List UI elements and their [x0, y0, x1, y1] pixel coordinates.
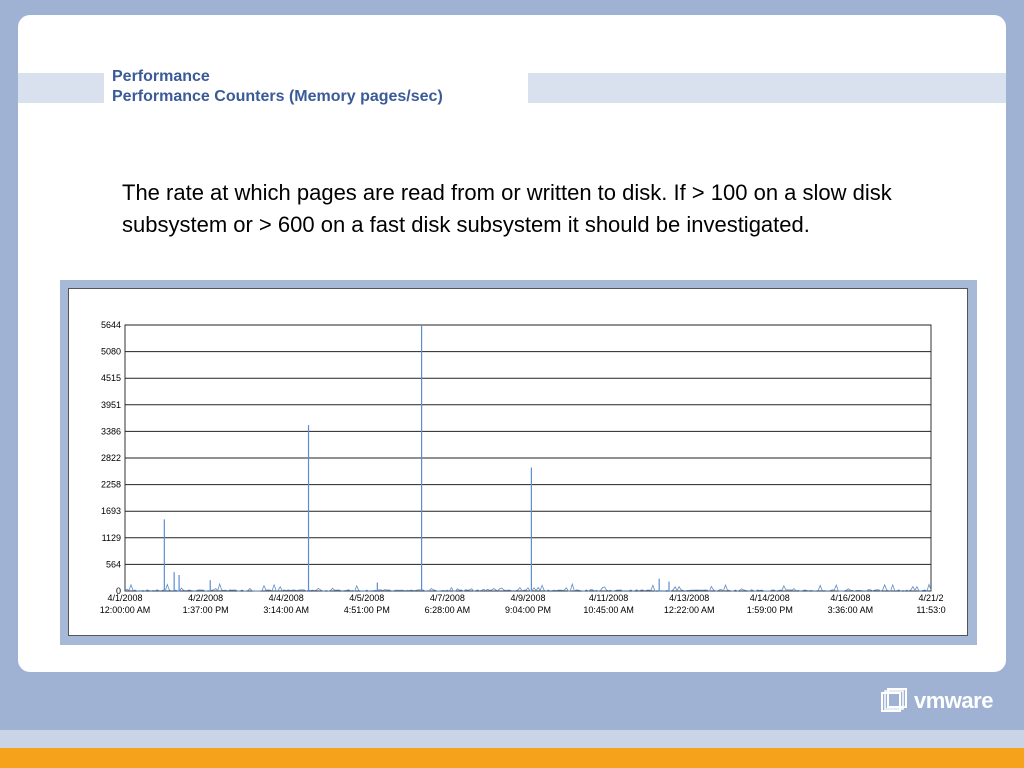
x-tick-date-label: 4/1/2008 — [107, 593, 142, 603]
x-tick-time-label: 1:59:00 PM — [747, 605, 793, 615]
x-tick-date-label: 4/5/2008 — [349, 593, 384, 603]
title-line-2: Performance Counters (Memory pages/sec) — [112, 88, 443, 105]
x-tick-date-label: 4/7/2008 — [430, 593, 465, 603]
y-tick-label: 1693 — [101, 506, 121, 516]
x-tick-date-label: 4/14/2008 — [750, 593, 790, 603]
y-tick-label: 5080 — [101, 347, 121, 357]
y-tick-label: 5644 — [101, 320, 121, 330]
y-tick-label: 1129 — [102, 533, 121, 543]
x-tick-date-label: 4/13/2008 — [669, 593, 709, 603]
body-text: The rate at which pages are read from or… — [122, 180, 892, 237]
x-tick-time-label: 3:36:00 AM — [828, 605, 874, 615]
footer-band — [0, 730, 1024, 748]
x-tick-time-label: 6:28:00 AM — [425, 605, 471, 615]
chart-panel: 0 564 1129 1693 2258 2822 3386 3951 4515 5080 5644… — [68, 288, 968, 636]
vmware-logo-text: vmware — [914, 688, 993, 713]
y-tick-label: 4515 — [101, 373, 121, 383]
y-tick-label: 3386 — [101, 426, 121, 436]
y-tick-label: 3951 — [101, 400, 121, 410]
x-tick-time-label: 9:04:00 PM — [505, 605, 551, 615]
title-band-left — [18, 73, 104, 103]
vmware-logo-icon — [881, 688, 907, 712]
x-tick-time-label: 4:51:00 PM — [344, 605, 390, 615]
chart-frame: 0 564 1129 1693 2258 2822 3386 3951 4515 5080 5644… — [60, 280, 977, 645]
x-tick-time-label: 1:37:00 PM — [183, 605, 229, 615]
title-line-1: Performance — [112, 68, 210, 85]
vmware-logo: vmware — [880, 686, 1010, 716]
x-tick-time-label: 11:53:0 — [916, 605, 945, 615]
x-tick-date-label: 4/11/2008 — [589, 593, 628, 603]
x-tick-date-label: 4/16/2008 — [830, 593, 870, 603]
slide: Performance Performance Counters (Memory… — [18, 15, 1006, 672]
y-tick-label: 2258 — [101, 480, 121, 490]
memory-pages-chart: 0564112916932258282233863951451550805644… — [100, 320, 946, 615]
x-tick-time-label: 12:00:00 AM — [100, 605, 151, 615]
y-tick-label: 564 — [106, 559, 121, 569]
x-tick-date-label: 4/21/2 — [918, 593, 943, 603]
x-tick-date-label: 4/2/2008 — [188, 593, 223, 603]
slide-title: Performance Performance Counters (Memory… — [112, 67, 443, 107]
title-band-right — [528, 73, 1006, 103]
y-tick-label: 2822 — [101, 453, 121, 463]
x-tick-date-label: 4/4/2008 — [269, 593, 304, 603]
x-tick-date-label: 4/9/2008 — [510, 593, 545, 603]
x-tick-time-label: 10:45:00 AM — [583, 605, 634, 615]
x-tick-time-label: 12:22:00 AM — [664, 605, 715, 615]
x-tick-time-label: 3:14:00 AM — [263, 605, 309, 615]
footer-orange-band — [0, 748, 1024, 768]
